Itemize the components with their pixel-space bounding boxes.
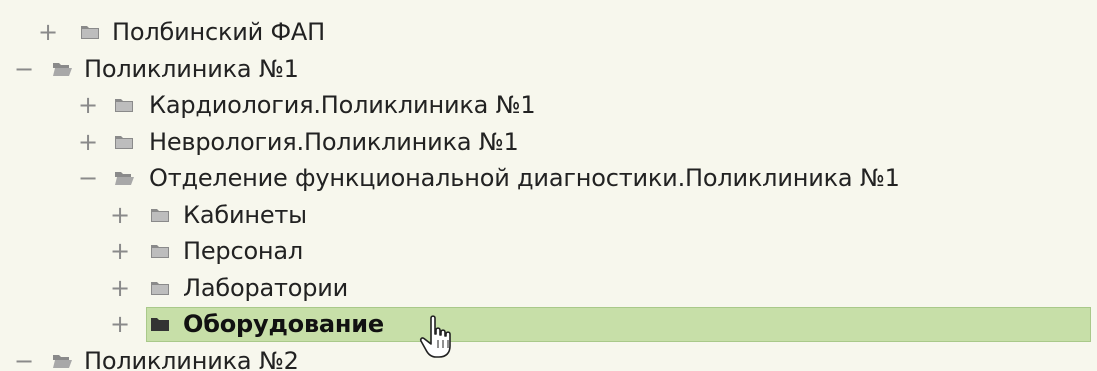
folder-open-icon <box>115 172 134 186</box>
expand-icon[interactable]: + <box>38 20 58 44</box>
tree-node-polyclinic-2[interactable]: − Поликлиника №2 <box>0 343 1097 371</box>
tree-node-label: Кардиология.Поликлиника №1 <box>149 91 536 120</box>
tree-node-polyclinic-1[interactable]: − Поликлиника №1 <box>0 51 1097 88</box>
folder-closed-icon <box>81 26 99 40</box>
folder-closed-icon <box>151 245 169 259</box>
tree-node-label: Полбинский ФАП <box>112 18 326 47</box>
tree-node-neurology[interactable]: + Неврология.Поликлиника №1 <box>0 124 1097 161</box>
tree-node-label: Поликлиника №2 <box>84 346 299 371</box>
tree-node-label: Кабинеты <box>183 200 307 229</box>
tree-node-cabinets[interactable]: + Кабинеты <box>0 197 1097 234</box>
tree-node-cardiology[interactable]: + Кардиология.Поликлиника №1 <box>0 87 1097 124</box>
expand-icon[interactable]: + <box>110 312 130 336</box>
tree-node-label: Лаборатории <box>183 273 349 302</box>
tree-node-polbinsky-fap[interactable]: + Полбинский ФАП <box>0 14 1097 51</box>
expand-icon[interactable]: + <box>78 93 98 117</box>
tree-node-staff[interactable]: + Персонал <box>0 233 1097 270</box>
collapse-icon[interactable]: − <box>14 57 34 81</box>
folder-open-icon <box>53 62 72 76</box>
expand-icon[interactable]: + <box>110 203 130 227</box>
tree-node-label: Поликлиника №1 <box>84 54 299 83</box>
department-tree: + Полбинский ФАП − Поликлиника №1 + Кард… <box>0 14 1097 371</box>
hand-pointer-cursor-icon <box>419 315 451 358</box>
tree-node-functional-diagnostics[interactable]: − Отделение функциональной диагностики.П… <box>0 160 1097 197</box>
folder-closed-icon <box>151 281 169 295</box>
tree-node-label: Персонал <box>183 237 304 266</box>
expand-icon[interactable]: + <box>78 130 98 154</box>
folder-closed-icon <box>151 208 169 222</box>
tree-node-laboratories[interactable]: + Лаборатории <box>0 270 1097 307</box>
expand-icon[interactable]: + <box>110 239 130 263</box>
tree-node-label: Отделение функциональной диагностики.Пол… <box>149 164 900 193</box>
folder-closed-icon <box>151 318 169 332</box>
tree-node-label: Оборудование <box>183 310 385 339</box>
folder-closed-icon <box>115 135 133 149</box>
collapse-icon[interactable]: − <box>78 166 98 190</box>
tree-node-equipment[interactable]: + Оборудование <box>0 306 1097 343</box>
collapse-icon[interactable]: − <box>14 349 34 371</box>
expand-icon[interactable]: + <box>110 276 130 300</box>
folder-open-icon <box>53 354 72 368</box>
tree-panel: + Полбинский ФАП − Поликлиника №1 + Кард… <box>0 0 1097 371</box>
tree-node-label: Неврология.Поликлиника №1 <box>149 127 519 156</box>
folder-closed-icon <box>115 99 133 113</box>
